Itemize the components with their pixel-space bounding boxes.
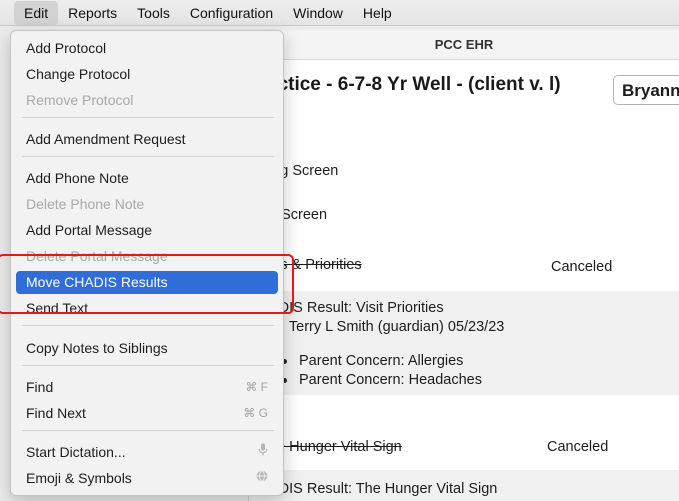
menu-item-change-protocol[interactable]: Change Protocol (16, 63, 278, 86)
menu-item-add-phone-note[interactable]: Add Phone Note (16, 167, 278, 190)
menu-item-find[interactable]: Find ⌘ F (16, 376, 278, 399)
menu-tools[interactable]: Tools (127, 1, 180, 25)
chadis-result-title: ADIS Result: Visit Priorities (269, 300, 444, 316)
menu-separator (22, 117, 274, 118)
chadis-result-panel: ADIS Result: Visit Priorities m: Terry L… (249, 291, 679, 395)
menu-item-find-next-label: Find Next (26, 405, 86, 421)
hunger-status: Canceled (547, 439, 609, 455)
menu-bar: Edit Reports Tools Configuration Window … (0, 0, 679, 26)
menu-item-find-next[interactable]: Find Next ⌘ G (16, 402, 278, 425)
concern-item: Parent Concern: Headaches (269, 371, 482, 390)
microphone-icon (258, 441, 268, 464)
chadis-result-title-2: ADIS Result: The Hunger Vital Sign (269, 481, 498, 497)
hunger-vital-sign-row[interactable]: he Hunger Vital Sign (269, 439, 402, 455)
chadis-result-panel-2: ADIS Result: The Hunger Vital Sign (249, 470, 679, 501)
menu-configuration[interactable]: Configuration (180, 1, 283, 25)
menu-item-start-dictation[interactable]: Start Dictation... (16, 441, 278, 464)
annotation-highlight-box (0, 254, 294, 314)
menu-item-add-protocol[interactable]: Add Protocol (16, 37, 278, 60)
menu-separator (22, 430, 274, 431)
menu-item-delete-phone-note: Delete Phone Note (26, 196, 145, 212)
ehr-window: PCC EHR actice - 6-7-8 Yr Well - (client… (248, 30, 679, 501)
menu-edit[interactable]: Edit (14, 0, 59, 25)
window-title: PCC EHR (249, 30, 679, 60)
menu-separator (22, 156, 274, 157)
menu-separator (22, 365, 274, 366)
menu-item-find-label: Find (26, 379, 54, 395)
menu-item-emoji-symbols-label: Emoji & Symbols (26, 470, 132, 486)
find-shortcut: ⌘ F (245, 380, 268, 394)
menu-help[interactable]: Help (353, 1, 402, 25)
menu-item-emoji-symbols[interactable]: Emoji & Symbols (16, 467, 278, 490)
menu-item-copy-notes-to-siblings[interactable]: Copy Notes to Siblings (16, 337, 278, 360)
find-next-shortcut: ⌘ G (243, 406, 268, 420)
globe-icon (256, 467, 268, 490)
protocol-title: actice - 6-7-8 Yr Well - (client v. l) (267, 74, 561, 95)
menu-reports[interactable]: Reports (58, 1, 127, 25)
menu-separator (22, 325, 274, 326)
chadis-result-from: m: Terry L Smith (guardian) 05/23/23 (269, 319, 505, 335)
menu-window[interactable]: Window (283, 1, 353, 25)
menu-item-start-dictation-label: Start Dictation... (26, 444, 126, 460)
concern-list: Parent Concern: Allergies Parent Concern… (269, 352, 482, 390)
patient-selector[interactable]: Bryann (613, 75, 679, 105)
menu-item-add-portal-message[interactable]: Add Portal Message (16, 219, 278, 242)
concern-item: Parent Concern: Allergies (269, 352, 482, 371)
goals-status: Canceled (551, 259, 613, 275)
menu-item-remove-protocol: Remove Protocol (26, 92, 134, 108)
menu-item-add-amendment[interactable]: Add Amendment Request (16, 128, 278, 151)
